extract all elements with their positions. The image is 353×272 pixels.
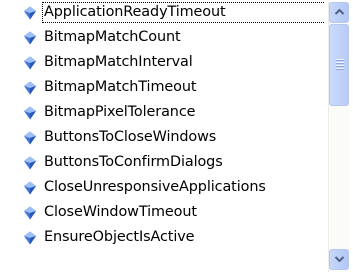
list-item-label: ApplicationReadyTimeout <box>42 2 325 23</box>
list-item[interactable]: EnsureObjectIsActive <box>0 225 325 250</box>
list-item-label: ButtonsToCloseWindows <box>44 129 217 145</box>
list-item[interactable]: CloseWindowTimeout <box>0 200 325 225</box>
list-item[interactable]: BitmapMatchCount <box>0 25 325 50</box>
list-item[interactable]: CloseUnresponsiveApplications <box>0 175 325 200</box>
property-list: ApplicationReadyTimeout BitmapMatchCount… <box>0 0 325 272</box>
list-item-label: EnsureObjectIsActive <box>44 229 195 245</box>
arrow-up-icon <box>335 9 344 15</box>
property-icon <box>24 6 36 20</box>
list-item[interactable]: BitmapMatchTimeout <box>0 75 325 100</box>
scroll-down-button[interactable] <box>329 249 349 270</box>
thumb-grip-line <box>336 62 344 64</box>
property-icon <box>24 231 36 245</box>
list-item[interactable]: ButtonsToCloseWindows <box>0 125 325 150</box>
property-icon <box>24 56 36 70</box>
property-icon <box>24 131 36 145</box>
list-item-label: BitmapPixelTolerance <box>44 104 196 120</box>
list-item-label: BitmapMatchTimeout <box>44 79 197 95</box>
list-item[interactable]: BitmapMatchInterval <box>0 50 325 75</box>
list-item-label: BitmapMatchInterval <box>44 54 193 70</box>
vertical-scrollbar[interactable] <box>328 2 349 272</box>
list-item-label: CloseWindowTimeout <box>44 204 197 220</box>
property-icon <box>24 206 36 220</box>
list-item[interactable]: BitmapPixelTolerance <box>0 100 325 125</box>
list-item-label: ButtonsToConfirmDialogs <box>44 154 223 170</box>
property-icon <box>24 156 36 170</box>
thumb-grip-line <box>336 65 344 67</box>
scroll-thumb[interactable] <box>329 24 349 106</box>
arrow-down-icon <box>335 256 344 262</box>
list-item-label: BitmapMatchCount <box>44 29 181 45</box>
list-item[interactable]: ApplicationReadyTimeout <box>0 0 325 25</box>
property-icon <box>24 31 36 45</box>
list-item[interactable]: ButtonsToConfirmDialogs <box>0 150 325 175</box>
list-item-label: CloseUnresponsiveApplications <box>44 179 266 195</box>
property-icon <box>24 81 36 95</box>
thumb-grip-line <box>336 59 344 61</box>
property-icon <box>24 106 36 120</box>
thumb-grip-line <box>336 68 344 70</box>
property-icon <box>24 181 36 195</box>
property-listbox[interactable]: ApplicationReadyTimeout BitmapMatchCount… <box>0 0 353 272</box>
scroll-up-button[interactable] <box>329 2 349 23</box>
